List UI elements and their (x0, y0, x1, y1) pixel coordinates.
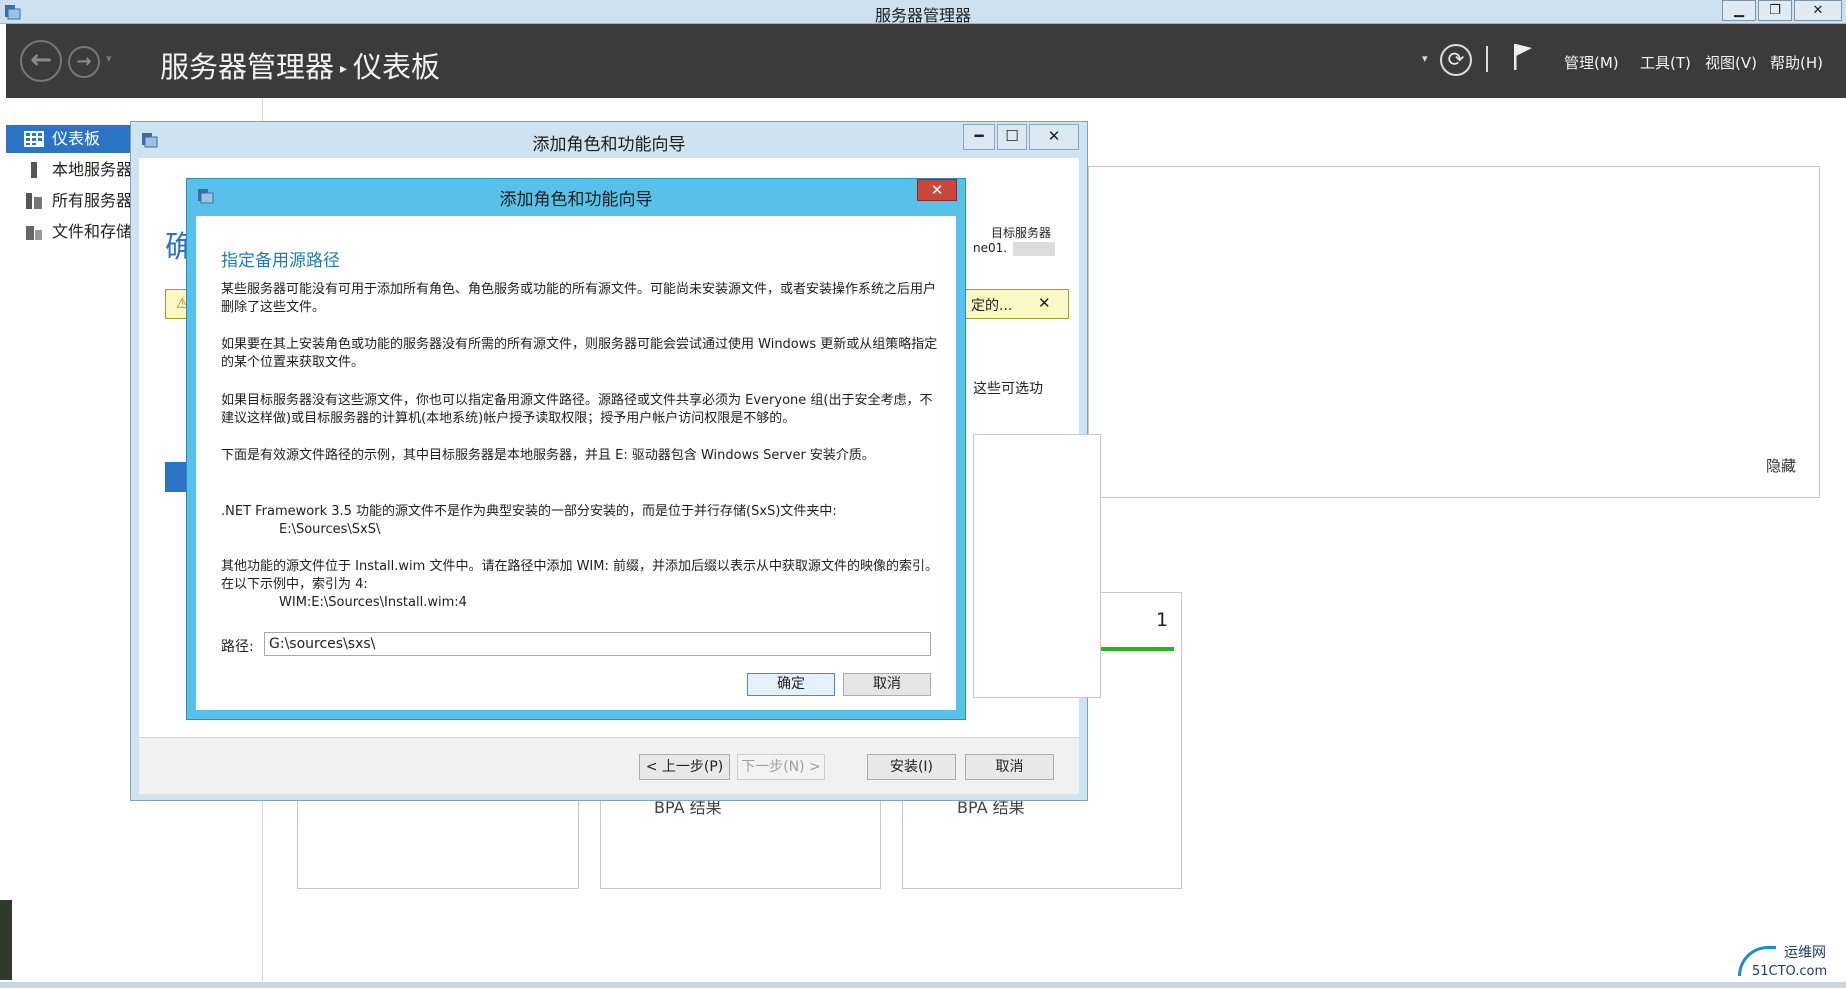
group-tile-3[interactable] (902, 800, 1182, 889)
restore-button[interactable]: ❐ (1758, 0, 1792, 21)
sidebar-item-label: 所有服务器 (52, 191, 133, 210)
watermark-line2: 51CTO.com (1752, 964, 1828, 979)
dialog-body: 指定备用源路径 某些服务器可能没有可用于添加所有角色、角色服务或功能的所有源文件… (196, 216, 956, 710)
menu-manage[interactable]: 管理(M) (1564, 52, 1619, 73)
forward-button[interactable]: → (68, 46, 100, 78)
paragraph-3: 如果目标服务器没有这些源文件，你也可以指定备用源文件路径。源路径或文件共享必须为… (221, 393, 933, 426)
install-button[interactable]: 安装(I) (867, 754, 956, 780)
paragraph-5: .NET Framework 3.5 功能的源文件不是作为典型安装的一部分安装的… (221, 503, 941, 539)
hide-link[interactable]: 隐藏 (1766, 455, 1796, 476)
wizard-cancel-button[interactable]: 取消 (965, 754, 1054, 780)
group-tile-1[interactable] (297, 800, 579, 889)
breadcrumb: 服务器管理器 ▸ 仪表板 (160, 44, 440, 86)
sxs-description: .NET Framework 3.5 功能的源文件不是作为典型安装的一部分安装的… (221, 504, 837, 519)
chevron-down-icon[interactable]: ▾ (1422, 52, 1428, 65)
history-dropdown-icon[interactable]: ▾ (106, 52, 112, 65)
wim-example: WIM:E:\Sources\Install.wim:4 (279, 595, 467, 610)
left-edge-strip (0, 900, 12, 980)
servers-icon (26, 193, 42, 209)
alternate-source-dialog: 添加角色和功能向导 ✕ 指定备用源路径 某些服务器可能没有可用于添加所有角色、角… (186, 178, 966, 720)
tile-count: 1 (1156, 609, 1169, 631)
bottom-edge (0, 982, 1846, 988)
app-title: 服务器管理器 (874, 6, 971, 25)
optional-features-text: 这些可选功 (973, 381, 1043, 397)
welcome-panel (1088, 166, 1820, 498)
paragraph-1: 某些服务器可能没有可用于添加所有角色、角色服务或功能的所有源文件。可能尚未安装源… (221, 282, 937, 315)
app-title-bar: 服务器管理器 ▁ ❐ ✕ (0, 0, 1846, 25)
paragraph-2: 如果要在其上安装角色或功能的服务器没有所需的所有源文件，则服务器可能会尝试通过使… (221, 337, 938, 370)
warning-text[interactable]: 定的... (971, 295, 1012, 315)
wizard-title: 添加角色和功能向导 (532, 135, 686, 155)
watermark: 运维网 51CTO.com (1738, 942, 1842, 982)
menu-view[interactable]: 视图(V) (1705, 52, 1757, 73)
path-label: 路径: (221, 639, 254, 655)
features-list-box (973, 434, 1101, 698)
path-input[interactable] (264, 632, 931, 656)
paragraph-6: 其他功能的源文件位于 Install.wim 文件中。请在路径中添加 WIM: … (221, 558, 941, 612)
target-server-value: ne01. (973, 241, 1008, 255)
wizard-button-bar: < 上一步(P) 下一步(N) > 安装(I) 取消 (139, 737, 1079, 794)
breadcrumb-separator-icon: ▸ (340, 61, 348, 77)
refresh-icon[interactable]: ⟳ (1440, 44, 1472, 76)
close-button[interactable]: ✕ (1794, 0, 1842, 21)
breadcrumb-page: 仪表板 (353, 50, 441, 84)
wim-description: 其他功能的源文件位于 Install.wim 文件中。请在路径中添加 WIM: … (221, 559, 938, 592)
redacted-region (1013, 242, 1055, 256)
back-button[interactable]: ← (20, 40, 62, 82)
header-divider (1486, 46, 1488, 72)
warning-close-icon[interactable]: ✕ (1038, 294, 1051, 312)
next-button[interactable]: 下一步(N) > (737, 754, 825, 780)
group-tile-2[interactable] (600, 800, 881, 889)
menu-tools[interactable]: 工具(T) (1640, 52, 1691, 73)
paragraph-4: 下面是有效源文件路径的示例，其中目标服务器是本地服务器，并且 E: 驱动器包含 … (221, 448, 875, 463)
dialog-heading: 指定备用源路径 (221, 251, 340, 271)
wizard-close-button[interactable]: ✕ (1029, 124, 1079, 150)
menu-help[interactable]: 帮助(H) (1770, 52, 1823, 73)
notification-flag-icon[interactable] (1512, 42, 1534, 72)
server-icon (31, 162, 37, 178)
storage-icon (26, 226, 42, 240)
minimize-button[interactable]: ▁ (1722, 0, 1756, 21)
wizard-maximize-button[interactable]: ☐ (997, 124, 1027, 150)
target-server-label: 目标服务器 (991, 226, 1052, 240)
dialog-close-button[interactable]: ✕ (917, 179, 957, 201)
watermark-line1: 运维网 (1784, 945, 1826, 961)
dashboard-icon (24, 131, 44, 147)
sidebar-item-label: 本地服务器 (52, 160, 133, 179)
dialog-title: 添加角色和功能向导 (499, 190, 653, 210)
sidebar-item-label: 仪表板 (52, 129, 101, 148)
dialog-cancel-button[interactable]: 取消 (843, 673, 931, 696)
sxs-example: E:\Sources\SxS\ (279, 522, 381, 537)
breadcrumb-app[interactable]: 服务器管理器 (160, 50, 334, 84)
previous-button[interactable]: < 上一步(P) (639, 754, 730, 780)
ok-button[interactable]: 确定 (747, 673, 835, 696)
wizard-minimize-button[interactable]: ━ (963, 124, 995, 150)
header-bar: ← → ▾ 服务器管理器 ▸ 仪表板 ▾ ⟳ 管理(M) 工具(T) 视图(V) 帮… (6, 24, 1846, 98)
